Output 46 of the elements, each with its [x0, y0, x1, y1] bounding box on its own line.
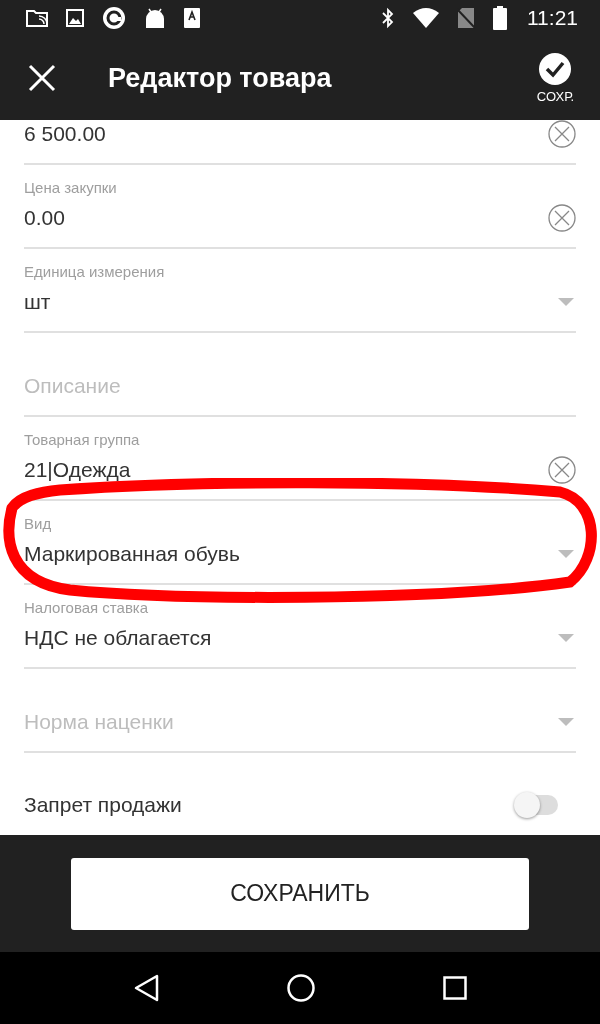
battery-icon	[493, 6, 507, 30]
clear-icon[interactable]	[548, 204, 576, 232]
toggle-switch[interactable]	[514, 791, 558, 818]
field-label: Товарная группа	[24, 432, 140, 448]
clear-icon[interactable]	[548, 120, 576, 148]
home-icon[interactable]	[287, 974, 315, 1002]
no-sim-icon	[457, 7, 475, 29]
folder-icon	[26, 9, 48, 27]
form-field[interactable]: Вид Маркированная обувь	[24, 501, 576, 585]
clock-time: 11:21	[527, 6, 578, 30]
save-button[interactable]: СОХРАНИТЬ	[71, 857, 529, 930]
field-label: Налоговая ставка	[24, 600, 149, 616]
field-value: 6 500.00	[24, 121, 106, 147]
bluetooth-icon	[381, 7, 395, 29]
checkmark-icon	[539, 52, 572, 85]
android-icon	[144, 7, 166, 29]
field-label: Вид	[24, 516, 52, 532]
field-value: 0.00	[24, 205, 65, 231]
wifi-icon	[413, 8, 439, 28]
form-field[interactable]: Цена закупки 0.00	[24, 165, 576, 249]
field-label: Цена закупки	[24, 180, 117, 196]
image-icon	[66, 9, 84, 27]
back-icon[interactable]	[133, 974, 159, 1002]
close-icon[interactable]	[28, 64, 56, 92]
toggle-label: Запрет продажи	[24, 792, 182, 817]
dropdown-arrow-icon[interactable]	[558, 550, 574, 558]
form-field[interactable]: 6 500.00	[24, 120, 576, 165]
text-card-icon	[184, 8, 200, 28]
screen-title: Редактор товара	[108, 62, 333, 94]
recents-icon[interactable]	[443, 976, 467, 1000]
field-value: шт	[24, 289, 51, 315]
field-value: Маркированная обувь	[24, 541, 240, 567]
form-field[interactable]: Товарная группа 21|Одежда	[24, 417, 576, 501]
circle-logo-icon	[102, 6, 126, 30]
field-value: 21|Одежда	[24, 457, 131, 483]
field-label: Единица измерения	[24, 264, 165, 280]
form-field[interactable]: Налоговая ставка НДС не облагается	[24, 585, 576, 669]
dropdown-arrow-icon[interactable]	[558, 298, 574, 306]
field-placeholder: Норма наценки	[24, 709, 174, 735]
field-placeholder: Описание	[24, 373, 121, 399]
save-action-button[interactable]: СОХР.	[536, 52, 574, 104]
form-field[interactable]: Единица измерения шт	[24, 249, 576, 333]
dropdown-arrow-icon[interactable]	[558, 718, 574, 726]
field-value: НДС не облагается	[24, 625, 212, 651]
clear-icon[interactable]	[548, 456, 576, 484]
dropdown-arrow-icon[interactable]	[558, 634, 574, 642]
